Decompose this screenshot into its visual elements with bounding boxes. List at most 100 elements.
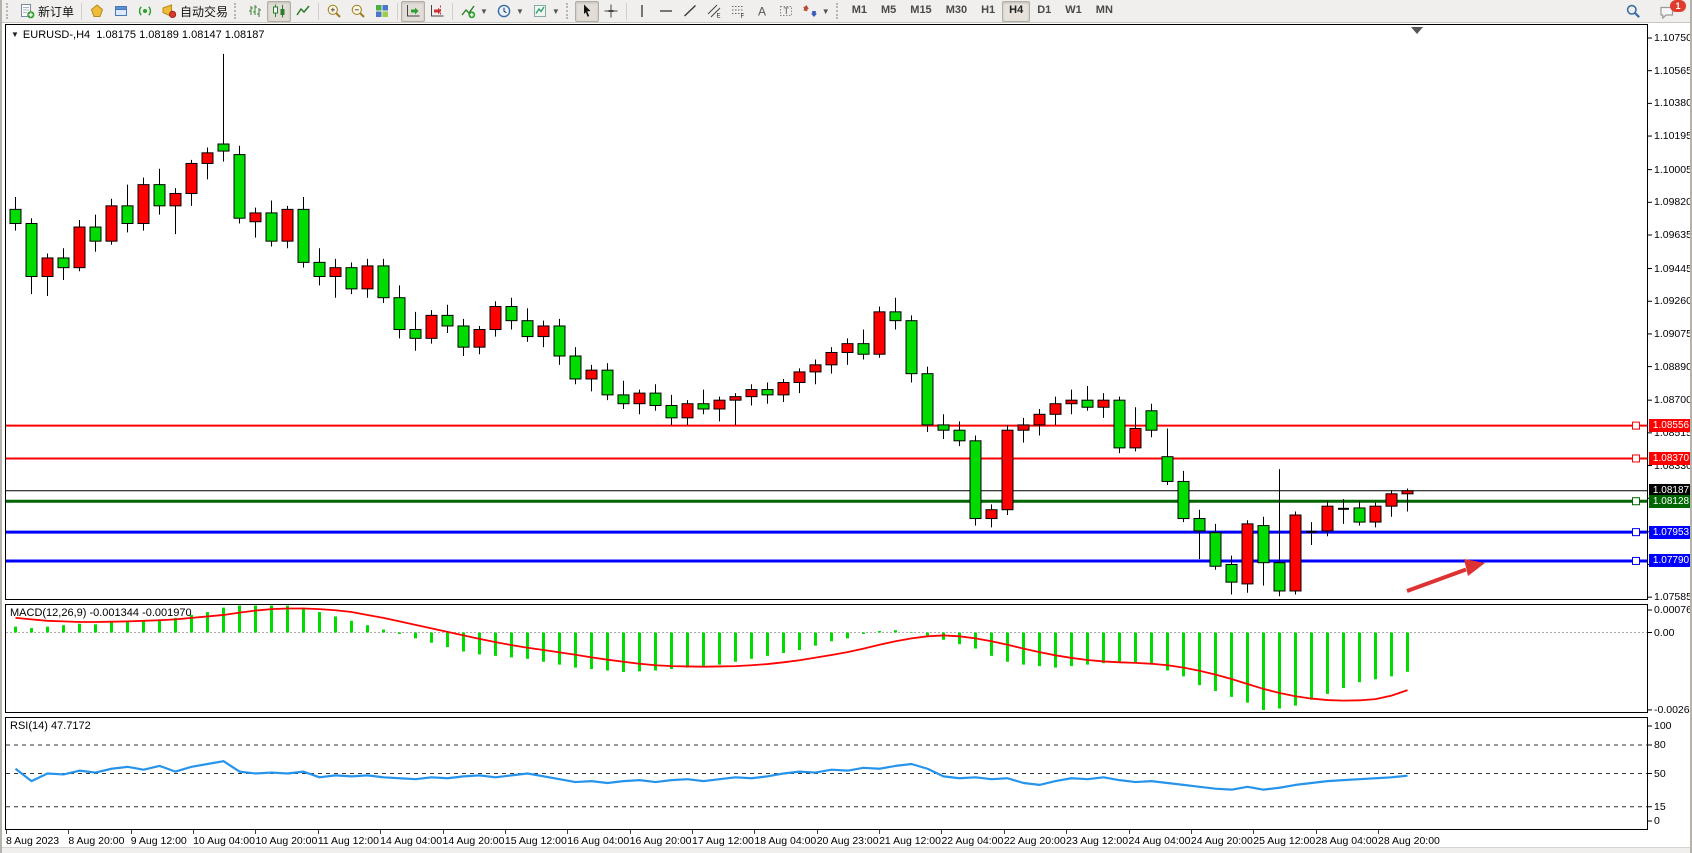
market-watch-button[interactable]	[85, 1, 109, 22]
text-label-button[interactable]: T	[774, 1, 798, 22]
text-button[interactable]: A	[750, 1, 774, 22]
rsi-axis-tick: 0	[1654, 815, 1660, 827]
time-axis-tick	[505, 830, 506, 834]
price-axis-tick: 1.09075	[1654, 328, 1692, 340]
text-label-icon: T	[778, 3, 794, 19]
time-axis-tick	[380, 830, 381, 834]
toolbar-grip[interactable]	[6, 3, 12, 19]
candlestick-chart-button[interactable]	[267, 1, 291, 22]
indicators-button[interactable]: ▼	[456, 1, 492, 22]
price-axis-tick: 1.10565	[1654, 65, 1692, 77]
cursor-button[interactable]	[575, 1, 599, 22]
zoom-out-button[interactable]	[346, 1, 370, 22]
main-toolbar: 新订单 自动交易 ▼ ▼ ▼ E F A	[2, 0, 1690, 23]
time-axis-label: 21 Aug 12:00	[879, 835, 941, 847]
templates-icon	[532, 3, 548, 19]
new-order-button[interactable]: 新订单	[15, 1, 78, 22]
time-axis-tick	[692, 830, 693, 834]
dropdown-arrow-icon: ▼	[552, 7, 560, 16]
time-axis-label: 28 Aug 04:00	[1316, 835, 1378, 847]
time-axis-tick	[193, 830, 194, 834]
time-axis-label: 25 Aug 12:00	[1253, 835, 1315, 847]
timeframe-button-W1[interactable]: W1	[1058, 1, 1089, 22]
notification-badge: 1	[1670, 0, 1686, 12]
time-axis-label: 10 Aug 20:00	[255, 835, 317, 847]
time-axis-tick	[1004, 830, 1005, 834]
notifications-button[interactable]: 1	[1654, 1, 1684, 23]
time-axis-tick	[255, 830, 256, 834]
bar-chart-icon	[247, 3, 263, 19]
price-axis-tick: 1.08700	[1654, 394, 1692, 406]
rsi-axis-tick: 50	[1654, 768, 1666, 780]
timeframe-button-H4[interactable]: H4	[1002, 1, 1030, 22]
zoom-in-button[interactable]	[322, 1, 346, 22]
cursor-icon	[579, 3, 595, 19]
time-axis-label: 28 Aug 20:00	[1378, 835, 1440, 847]
horizontal-line-button[interactable]	[654, 1, 678, 22]
time-axis-label: 15 Aug 12:00	[505, 835, 567, 847]
time-axis-label: 23 Aug 12:00	[1066, 835, 1128, 847]
chart-collapse-icon[interactable]: ▼	[11, 30, 19, 39]
price-axis-tick: 1.09445	[1654, 263, 1692, 275]
time-axis-label: 24 Aug 04:00	[1129, 835, 1191, 847]
arrows-icon	[802, 3, 818, 19]
periods-button[interactable]: ▼	[492, 1, 528, 22]
arrows-button[interactable]: ▼	[798, 1, 834, 22]
trendline-button[interactable]	[678, 1, 702, 22]
toolbar-grip[interactable]	[234, 3, 240, 19]
time-axis-label: 16 Aug 04:00	[567, 835, 629, 847]
time-axis-label: 8 Aug 20:00	[68, 835, 124, 847]
time-axis-label: 10 Aug 04:00	[193, 835, 255, 847]
time-axis-label: 17 Aug 12:00	[692, 835, 754, 847]
macd-axis-tick: 0.000769	[1654, 604, 1692, 616]
timeframe-button-D1[interactable]: D1	[1030, 1, 1058, 22]
indicators-icon	[460, 3, 476, 19]
chart-shift-button[interactable]	[425, 1, 449, 22]
timeframe-button-M5[interactable]: M5	[874, 1, 903, 22]
time-axis-label: 9 Aug 12:00	[131, 835, 187, 847]
bar-chart-button[interactable]	[243, 1, 267, 22]
level-price-label: 1.07953	[1649, 526, 1692, 539]
tile-windows-icon	[374, 3, 390, 19]
timeframe-button-M1[interactable]: M1	[845, 1, 874, 22]
time-axis-label: 18 Aug 04:00	[754, 835, 816, 847]
timeframe-button-M15[interactable]: M15	[903, 1, 938, 22]
autotrading-button[interactable]: 自动交易	[157, 1, 232, 22]
tile-windows-button[interactable]	[370, 1, 394, 22]
crosshair-button[interactable]	[599, 1, 623, 22]
time-axis-label: 24 Aug 20:00	[1191, 835, 1253, 847]
vertical-line-button[interactable]	[630, 1, 654, 22]
main-chart-canvas[interactable]	[2, 24, 1692, 600]
equidistant-channel-button[interactable]: E	[702, 1, 726, 22]
timeframe-button-H1[interactable]: H1	[974, 1, 1002, 22]
time-axis-label: 22 Aug 04:00	[941, 835, 1003, 847]
time-axis-tick	[131, 830, 132, 834]
toolbar-grip[interactable]	[836, 3, 842, 19]
time-axis-label: 14 Aug 04:00	[380, 835, 442, 847]
level-price-label: 1.07790	[1649, 554, 1692, 567]
fibonacci-icon: F	[730, 3, 746, 19]
templates-button[interactable]: ▼	[528, 1, 564, 22]
horizontal-line-icon	[658, 3, 674, 19]
fibonacci-button[interactable]: F	[726, 1, 750, 22]
rsi-indicator-label: RSI(14) 47.7172	[10, 720, 91, 732]
line-chart-button[interactable]	[291, 1, 315, 22]
market-watch-icon	[89, 3, 105, 19]
price-axis-tick: 1.10380	[1654, 97, 1692, 109]
rsi-axis-tick: 15	[1654, 801, 1666, 813]
time-axis-tick	[1066, 830, 1067, 834]
price-axis-tick: 1.09635	[1654, 229, 1692, 241]
search-button[interactable]	[1621, 1, 1646, 22]
timeframe-button-MN[interactable]: MN	[1089, 1, 1120, 22]
toolbar-grip[interactable]	[566, 3, 572, 19]
time-axis-label: 11 Aug 12:00	[318, 835, 379, 847]
timeframe-button-M30[interactable]: M30	[939, 1, 974, 22]
dropdown-arrow-icon: ▼	[822, 7, 830, 16]
time-axis-tick	[6, 830, 7, 834]
auto-scroll-button[interactable]	[401, 1, 425, 22]
macd-panel-canvas[interactable]	[2, 604, 1692, 713]
auto-scroll-icon	[405, 3, 421, 19]
rsi-panel-canvas[interactable]	[2, 717, 1692, 830]
signal-button[interactable]	[133, 1, 157, 22]
navigator-button[interactable]	[109, 1, 133, 22]
